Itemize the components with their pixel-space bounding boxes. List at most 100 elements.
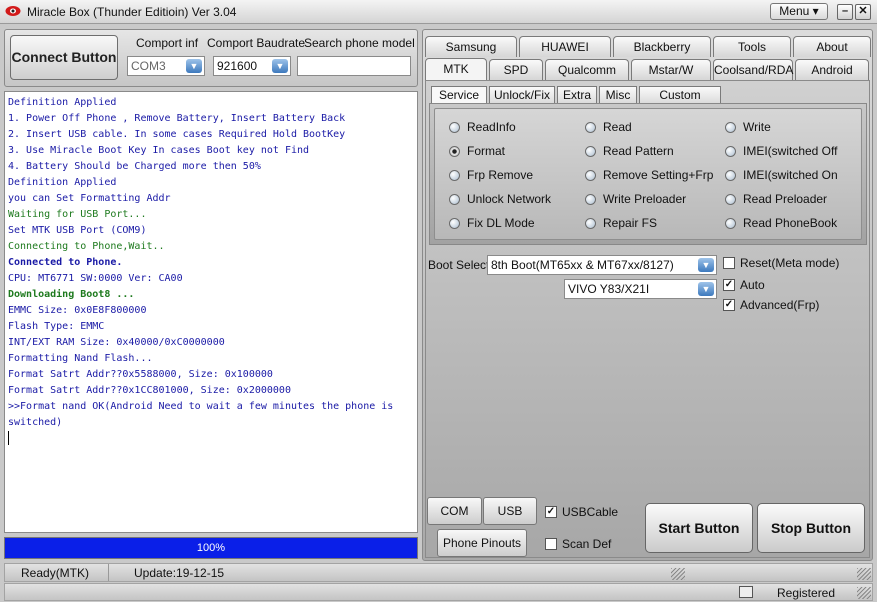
tab-samsung[interactable]: Samsung [425, 36, 517, 57]
checkbox-icon: ✓ [723, 279, 735, 291]
service-option-unlock-network[interactable]: Unlock Network [449, 190, 551, 208]
service-option-label: Fix DL Mode [467, 216, 535, 230]
search-model-label: Search phone model [304, 36, 415, 50]
radio-icon [585, 193, 596, 205]
log-line: >>Format nand OK(Android Need to wait a … [8, 401, 394, 412]
status-state: Ready(MTK) [21, 566, 90, 580]
connect-button[interactable]: Connect Button [10, 35, 118, 80]
progress-label: 100% [196, 542, 226, 554]
usb-scan-button[interactable]: USB Scan [483, 497, 537, 544]
radio-icon [585, 217, 596, 229]
search-model-input[interactable] [297, 56, 411, 76]
com-scan-button[interactable]: COM Scan [427, 497, 482, 544]
advanced-frp-checkbox[interactable]: ✓ Advanced(Frp) [723, 296, 819, 314]
status-divider [108, 564, 109, 581]
checkbox-icon [545, 538, 557, 550]
boot-select[interactable]: 8th Boot(MT65xx & MT67xx/8127) ▼ [487, 255, 717, 275]
baudrate-select[interactable]: 921600 ▼ [213, 56, 291, 76]
service-option-fix-dl-mode[interactable]: Fix DL Mode [449, 214, 535, 232]
service-option-format[interactable]: Format [449, 142, 505, 160]
tab-coolsand[interactable]: Coolsand/RDA [713, 59, 793, 80]
tab-mstar[interactable]: Mstar/W [631, 59, 711, 80]
dropdown-arrow-icon[interactable]: ▼ [698, 258, 714, 272]
log-line: Flash Type: EMMC [8, 321, 105, 332]
tab-tools[interactable]: Tools [713, 36, 791, 57]
service-option-label: IMEI(switched On [743, 168, 838, 182]
service-option-label: Remove Setting+Frp [603, 168, 714, 182]
usb-cable-checkbox[interactable]: ✓ USBCable [545, 503, 618, 521]
radio-icon [449, 193, 460, 205]
radio-icon [449, 169, 460, 181]
service-option-readinfo[interactable]: ReadInfo [449, 118, 516, 136]
service-option-imei-switched-on[interactable]: IMEI(switched On [725, 166, 838, 184]
service-option-imei-switched-off[interactable]: IMEI(switched Off [725, 142, 837, 160]
tab-about[interactable]: About [793, 36, 871, 57]
dropdown-arrow-icon[interactable]: ▼ [698, 282, 714, 296]
dropdown-arrow-icon[interactable]: ▼ [272, 59, 288, 73]
tab-spd[interactable]: SPD [489, 59, 543, 80]
radio-icon [725, 217, 736, 229]
log-line: Definition Applied [8, 177, 117, 188]
tab-mtk[interactable]: MTK [425, 58, 487, 81]
log-line: Format Satrt Addr??0x5588000, Size: 0x10… [8, 369, 273, 380]
log-line: Format Satrt Addr??0x1CC801000, Size: 0x… [8, 385, 291, 396]
auto-checkbox[interactable]: ✓ Auto [723, 276, 765, 294]
log-line: EMMC Size: 0x0E8F800000 [8, 305, 147, 316]
status-row-top: Ready(MTK) Update:19-12-15 [4, 563, 873, 582]
service-option-label: Read [603, 120, 632, 134]
auto-label: Auto [740, 278, 765, 292]
subtab-custom-setting[interactable]: Custom Setting [639, 86, 721, 119]
baudrate-label: Comport Baudrate [207, 36, 306, 50]
tab-qualcomm[interactable]: Qualcomm [545, 59, 629, 80]
log-line: Set MTK USB Port (COM9) [8, 225, 147, 236]
phone-model-select[interactable]: VIVO Y83/X21I ▼ [564, 279, 717, 299]
keyboard-icon [739, 586, 753, 598]
menu-button[interactable]: Menu ▾ [770, 3, 828, 20]
log-output[interactable]: Definition Applied 1. Power Off Phone , … [4, 91, 418, 533]
log-line: you can Set Formatting Addr [8, 193, 171, 204]
service-option-label: Format [467, 144, 506, 158]
tab-blackberry[interactable]: Blackberry [613, 36, 711, 57]
subtab-service[interactable]: Service [431, 86, 487, 104]
tab-huawei[interactable]: HUAWEI [519, 36, 611, 57]
phone-pinouts-button[interactable]: Phone Pinouts [437, 529, 527, 557]
log-line: Formatting Nand Flash... [8, 353, 153, 364]
service-option-label: Read Pattern [603, 144, 674, 158]
stop-button[interactable]: Stop Button [757, 503, 865, 553]
service-option-write[interactable]: Write [725, 118, 771, 136]
reset-meta-checkbox[interactable]: Reset(Meta mode) [723, 254, 839, 272]
reset-meta-label: Reset(Meta mode) [740, 256, 840, 270]
tab-android[interactable]: Android [795, 59, 869, 80]
progress-bar: 100% [4, 537, 418, 559]
service-option-write-preloader[interactable]: Write Preloader [585, 190, 686, 208]
radio-icon [725, 145, 736, 157]
radio-icon [725, 121, 736, 133]
scan-def-checkbox[interactable]: Scan Def [545, 535, 611, 553]
service-option-repair-fs[interactable]: Repair FS [585, 214, 657, 232]
log-line: 1. Power Off Phone , Remove Battery, Ins… [8, 113, 346, 124]
minimize-button[interactable]: – [837, 4, 853, 20]
service-option-frp-remove[interactable]: Frp Remove [449, 166, 533, 184]
log-line: 3. Use Miracle Boot Key In cases Boot ke… [8, 145, 310, 156]
service-option-read-phonebook[interactable]: Read PhoneBook [725, 214, 837, 232]
subtab-extra[interactable]: Extra [557, 86, 597, 104]
connection-panel: Connect Button Comport inf COM3 ▼ Compor… [4, 29, 418, 87]
resize-grip-icon [671, 568, 685, 580]
log-line: Definition Applied [8, 97, 117, 108]
checkbox-icon: ✓ [545, 506, 557, 518]
dropdown-arrow-icon[interactable]: ▼ [186, 59, 202, 73]
service-option-read-preloader[interactable]: Read Preloader [725, 190, 827, 208]
text-cursor [8, 431, 414, 447]
start-button[interactable]: Start Button [645, 503, 753, 553]
advanced-frp-label: Advanced(Frp) [740, 298, 820, 312]
service-option-read[interactable]: Read [585, 118, 632, 136]
radio-icon [449, 145, 460, 157]
subtab-misc[interactable]: Misc [599, 86, 637, 104]
service-option-remove-setting-frp[interactable]: Remove Setting+Frp [585, 166, 713, 184]
close-button[interactable]: ✕ [855, 4, 871, 20]
service-option-read-pattern[interactable]: Read Pattern [585, 142, 674, 160]
radio-icon [725, 169, 736, 181]
resize-grip-icon [857, 568, 871, 580]
subtab-unlock-fix[interactable]: Unlock/Fix [489, 86, 555, 104]
comport-select[interactable]: COM3 ▼ [127, 56, 205, 76]
